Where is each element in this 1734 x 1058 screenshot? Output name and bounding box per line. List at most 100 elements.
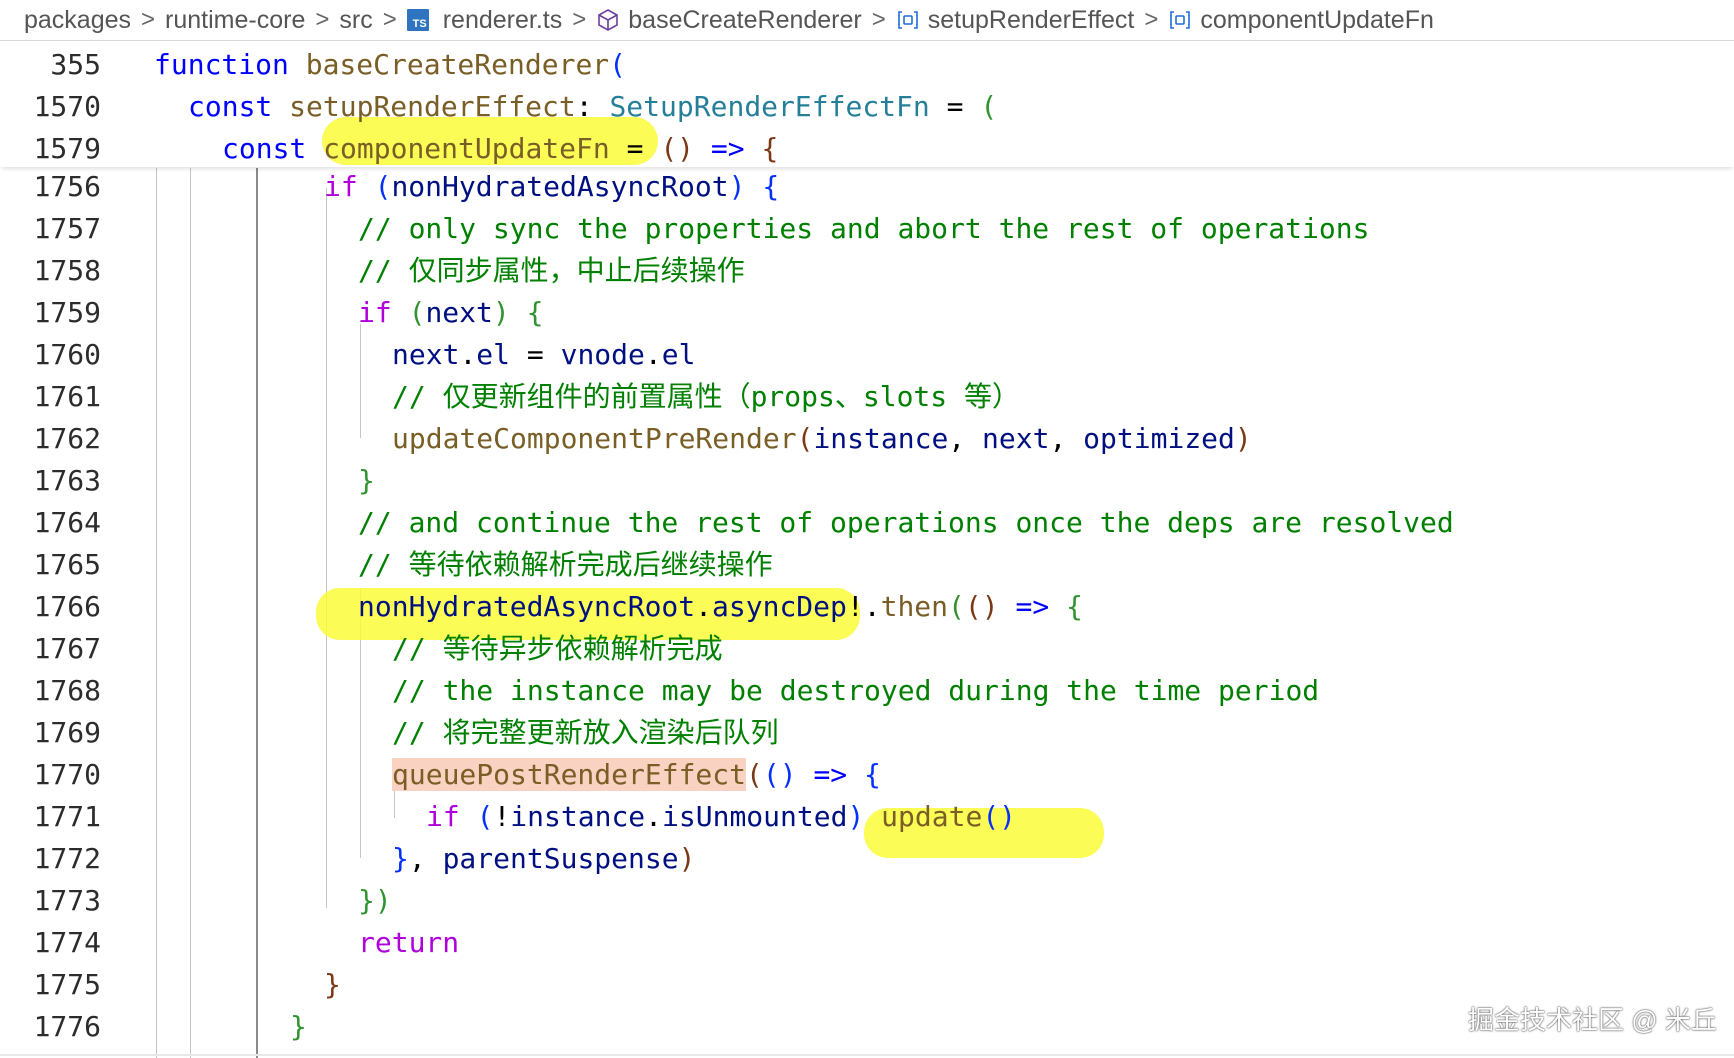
code-line[interactable]: 1570 const setupRenderEffect: SetupRender… [0, 86, 1734, 128]
code-line[interactable]: 1771 if (!instance.isUnmounted) update() [0, 796, 1734, 838]
line-number: 1761 [33, 380, 101, 413]
breadcrumb-item-renderer-ts[interactable]: TS renderer.ts [406, 6, 562, 35]
code-line[interactable]: 1759 if (next) { [0, 292, 1734, 334]
code-token: () [660, 132, 695, 165]
code-line[interactable]: 1769 // 将完整更新放入渲染后队列 [0, 712, 1734, 754]
code-token: update [881, 800, 983, 833]
code-token: { [762, 170, 780, 203]
code-line[interactable]: 1756 if (nonHydratedAsyncRoot) { [0, 166, 1734, 208]
code-text: nonHydratedAsyncRoot.asyncDep!.then(() =… [358, 586, 1083, 628]
code-text: } [324, 964, 341, 1006]
variable-icon [897, 11, 918, 29]
watermark: 掘金技术社区 @ 米丘 [1468, 1005, 1717, 1035]
code-line[interactable]: 1762 updateComponentPreRender(instance, n… [0, 418, 1734, 460]
breadcrumb-item-packages[interactable]: packages [24, 6, 131, 35]
code-token: . [645, 800, 663, 833]
code-token: instance [510, 800, 646, 833]
code-token: // 等待依赖解析完成后继续操作 [358, 548, 773, 581]
code-token: return [358, 926, 460, 959]
code-line[interactable]: 1767 // 等待异步依赖解析完成 [0, 628, 1734, 670]
line-number: 1769 [33, 716, 101, 749]
code-line[interactable]: 1768 // the instance may be destroyed dur… [0, 670, 1734, 712]
chevron-right-icon: > [572, 6, 587, 33]
line-number: 1767 [33, 632, 101, 665]
line-number: 1762 [33, 422, 101, 455]
line-number: 1766 [33, 590, 101, 623]
code-token: ( [476, 800, 494, 833]
code-token: } [324, 968, 341, 1001]
line-number: 1760 [33, 338, 101, 371]
code-token: if [358, 296, 392, 329]
code-editor[interactable]: 1756 if (nonHydratedAsyncRoot) { 1757 // on… [0, 168, 1734, 1058]
code-token: { [526, 296, 544, 329]
chevron-right-icon: > [871, 6, 886, 33]
code-line[interactable]: 355 function baseCreateRenderer( [0, 44, 1734, 86]
chevron-right-icon: > [315, 6, 330, 33]
code-line[interactable]: 1774 return [0, 922, 1734, 964]
code-text: if (nonHydratedAsyncRoot) { [324, 166, 779, 208]
code-line[interactable]: 1760 next.el = vnode.el [0, 334, 1734, 376]
breadcrumb-item-basecreaterenderer[interactable]: baseCreateRenderer [596, 6, 862, 35]
code-line[interactable]: 1770 queuePostRenderEffect(() => { [0, 754, 1734, 796]
code-token: . [459, 338, 477, 371]
breadcrumb: packages > runtime-core > src > TS rende… [0, 0, 1734, 40]
code-line[interactable]: 1757 // only sync the properties and abor… [0, 208, 1734, 250]
line-number: 1757 [33, 212, 101, 245]
code-token: baseCreateRenderer [305, 48, 610, 81]
code-line[interactable]: 1579 const componentUpdateFn = () => { [0, 128, 1734, 170]
breadcrumb-item-src[interactable]: src [339, 6, 372, 35]
code-text: } [358, 460, 375, 502]
code-token: ) [1234, 422, 1252, 455]
line-number: 1771 [33, 800, 101, 833]
code-line[interactable]: 1763} [0, 460, 1734, 502]
code-line[interactable]: 1758 // 仅同步属性，中止后续操作 [0, 250, 1734, 292]
code-text: // only sync the properties and abort th… [358, 208, 1369, 250]
code-line[interactable]: 1764 // and continue the rest of operatio… [0, 502, 1734, 544]
line-number: 1758 [33, 254, 101, 287]
code-token: setupRenderEffect [289, 90, 576, 123]
breadcrumb-item-runtime-core[interactable]: runtime-core [165, 6, 305, 35]
code-token: asyncDep [712, 590, 847, 623]
breadcrumb-item-setuprendereffect[interactable]: setupRenderEffect [896, 6, 1134, 35]
code-line[interactable]: 1772}, parentSuspense) [0, 838, 1734, 880]
line-number: 1770 [33, 758, 101, 791]
code-token: function [154, 48, 289, 81]
code-token: then [880, 590, 949, 623]
code-token: SetupRenderEffectFn [609, 90, 930, 123]
code-line[interactable]: 1761 // 仅更新组件的前置属性（props、slots 等） [0, 376, 1734, 418]
code-token: : [575, 90, 610, 123]
code-token: ( [374, 170, 392, 203]
code-token: queuePostRenderEffect [392, 758, 747, 791]
code-token: updateComponentPreRender [392, 422, 797, 455]
code-token: => [710, 132, 745, 165]
code-token: { [761, 132, 779, 165]
line-number: 1764 [33, 506, 101, 539]
code-token: () [982, 800, 1017, 833]
code-line[interactable]: 1766 nonHydratedAsyncRoot.asyncDep!.then(… [0, 586, 1734, 628]
code-line[interactable]: 1773}) [0, 880, 1734, 922]
code-line[interactable]: 1765 // 等待依赖解析完成后继续操作 [0, 544, 1734, 586]
variable-icon [1170, 11, 1191, 29]
code-text: // the instance may be destroyed during … [392, 670, 1319, 712]
line-number: 1768 [33, 674, 101, 707]
code-text: // 仅更新组件的前置属性（props、slots 等） [392, 376, 1020, 418]
divider [0, 1054, 1734, 1056]
breadcrumb-item-componentupdatefn[interactable]: componentUpdateFn [1168, 6, 1434, 35]
code-text: // 等待依赖解析完成后继续操作 [358, 544, 773, 586]
line-number: 1759 [33, 296, 101, 329]
code-token: vnode [560, 338, 645, 371]
code-token: nonHydratedAsyncRoot [358, 590, 696, 623]
line-number: 1772 [33, 842, 101, 875]
code-token: } [392, 842, 409, 875]
code-token: ( [796, 422, 814, 455]
code-token: ( [408, 296, 426, 329]
line-number: 1773 [33, 884, 101, 917]
